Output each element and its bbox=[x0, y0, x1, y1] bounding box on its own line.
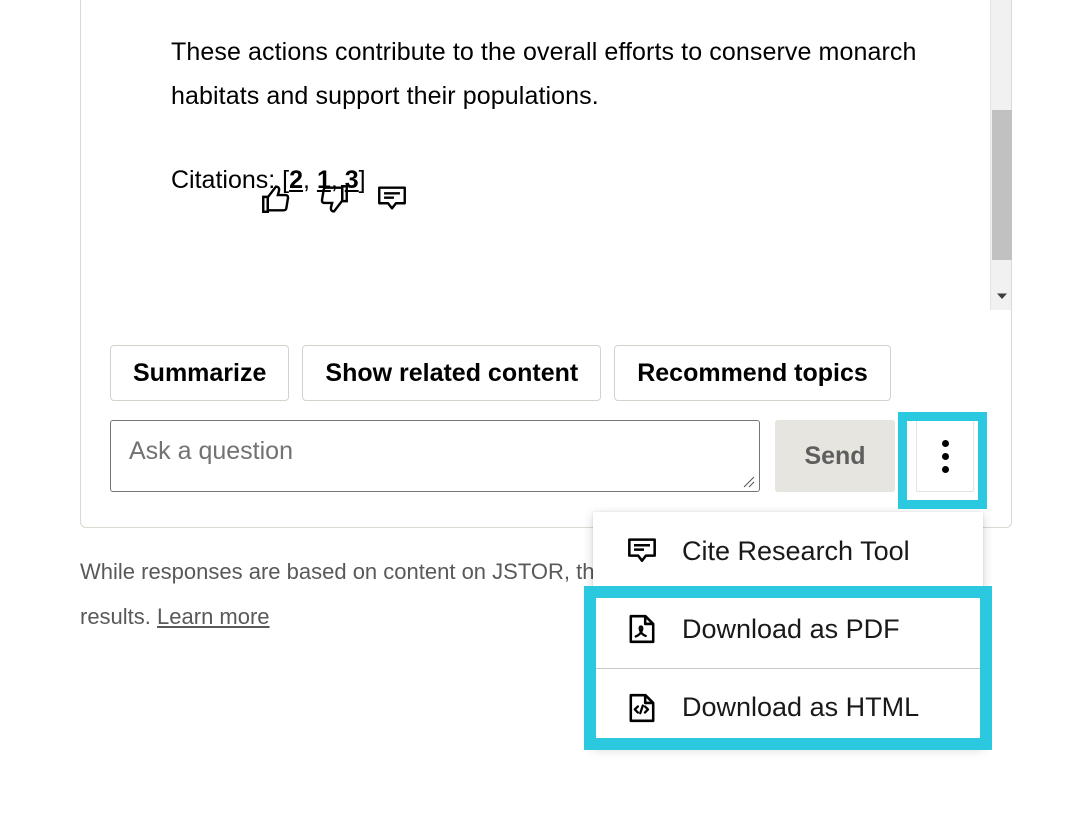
ai-chat-panel: These actions contribute to the overall … bbox=[80, 0, 1012, 528]
more-options-dropdown-menu: Cite Research Tool Download as PDF Downl… bbox=[593, 512, 983, 746]
thumbs-down-icon[interactable] bbox=[317, 182, 351, 216]
suggestion-buttons: Summarize Show related content Recommend… bbox=[110, 345, 891, 401]
kebab-dot-3 bbox=[941, 465, 949, 473]
feedback-row bbox=[259, 182, 409, 216]
scrollbar-thumb[interactable] bbox=[992, 110, 1012, 260]
assistant-message: These actions contribute to the overall … bbox=[171, 30, 941, 198]
menu-item-cite-research-tool[interactable]: Cite Research Tool bbox=[593, 512, 983, 590]
suggestion-button-summarize[interactable]: Summarize bbox=[110, 345, 290, 401]
learn-more-link[interactable]: Learn more bbox=[157, 604, 270, 629]
pdf-file-icon bbox=[629, 614, 655, 644]
message-scroll-area[interactable]: These actions contribute to the overall … bbox=[81, 0, 1011, 310]
menu-item-download-as-html[interactable]: Download as HTML bbox=[593, 668, 983, 746]
menu-item-download-as-pdf[interactable]: Download as PDF bbox=[593, 590, 983, 668]
menu-item-label: Cite Research Tool bbox=[682, 535, 910, 566]
message-scrollbar[interactable] bbox=[990, 0, 1012, 310]
message-paragraph: These actions contribute to the overall … bbox=[171, 38, 917, 110]
html-file-icon bbox=[629, 693, 655, 722]
suggestion-button-show-related-content[interactable]: Show related content bbox=[302, 345, 602, 401]
menu-item-label: Download as PDF bbox=[682, 613, 900, 644]
cite-research-tool-icon bbox=[628, 538, 656, 562]
send-button[interactable]: Send bbox=[775, 420, 895, 492]
more-options-icon[interactable] bbox=[916, 420, 974, 492]
thumbs-up-icon[interactable] bbox=[259, 182, 293, 216]
kebab-dot-1 bbox=[941, 439, 949, 447]
suggestion-button-recommend-topics[interactable]: Recommend topics bbox=[614, 345, 891, 401]
question-input[interactable] bbox=[110, 420, 760, 492]
chevron-down-icon[interactable] bbox=[991, 285, 1012, 307]
menu-item-label: Download as HTML bbox=[682, 692, 920, 722]
comment-feedback-icon[interactable] bbox=[375, 182, 409, 216]
kebab-dot-2 bbox=[941, 452, 949, 460]
question-input-row: Send bbox=[110, 420, 974, 492]
